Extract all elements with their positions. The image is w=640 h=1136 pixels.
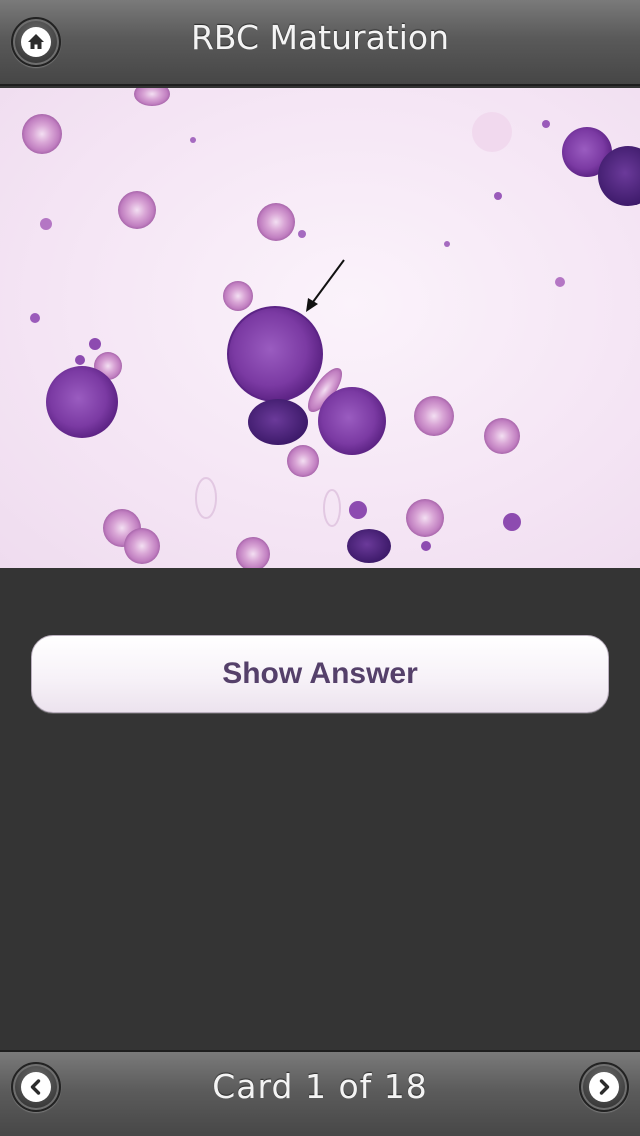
page-title: RBC Maturation — [190, 18, 450, 57]
show-answer-button[interactable]: Show Answer — [31, 635, 609, 713]
chevron-right-icon — [589, 1072, 619, 1102]
next-card-button[interactable] — [579, 1062, 629, 1112]
blood-smear-image — [0, 88, 640, 568]
card-counter: Card 1 of 18 — [212, 1067, 428, 1106]
